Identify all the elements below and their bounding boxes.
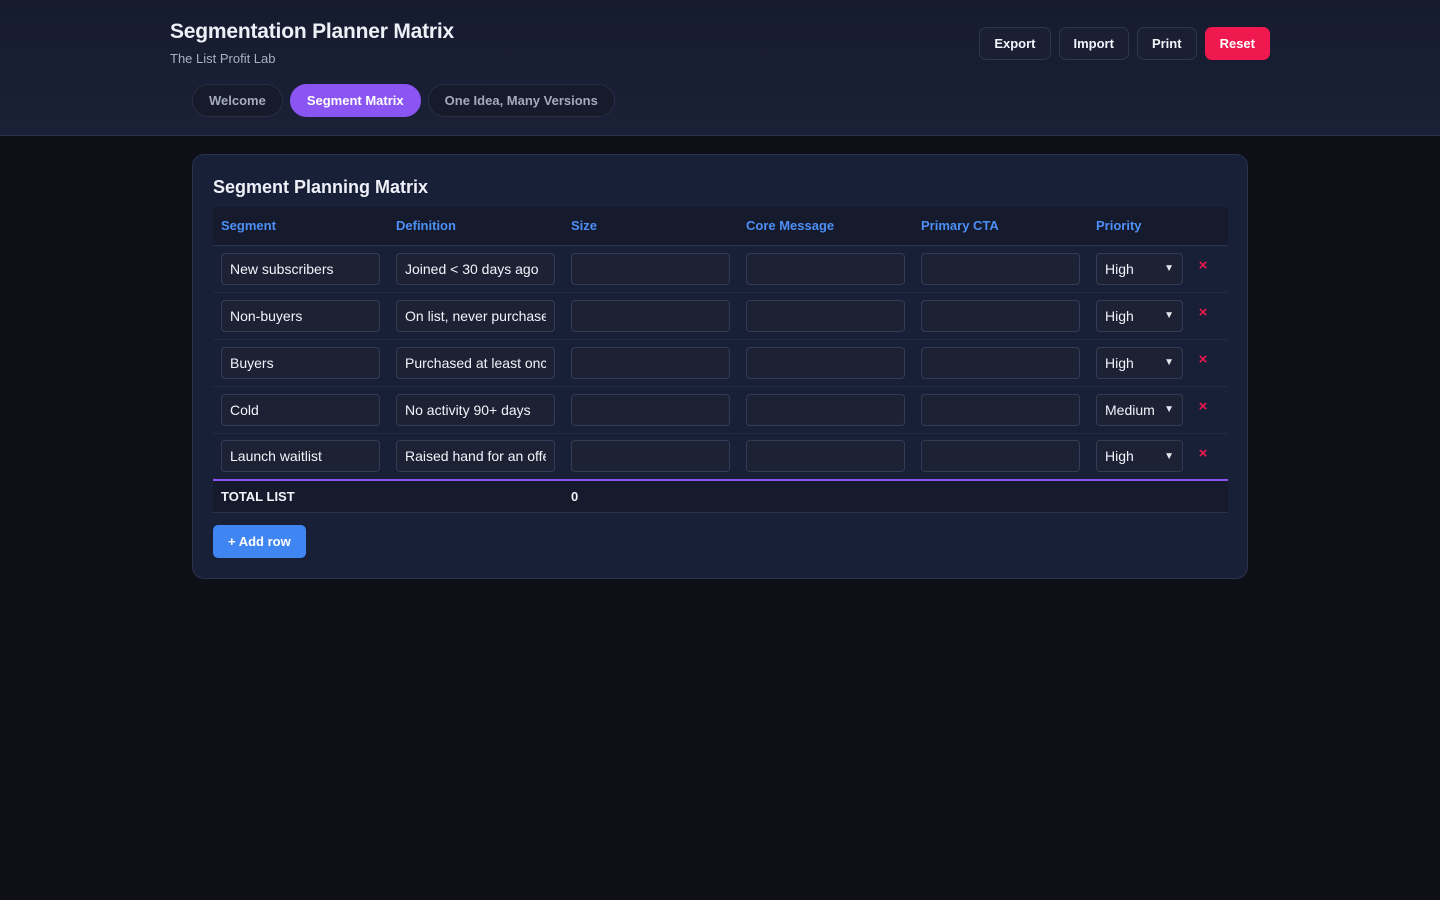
app-header: Segmentation Planner Matrix The List Pro… — [0, 0, 1440, 136]
priority-select[interactable]: High ▼ — [1096, 252, 1183, 285]
definition-input[interactable] — [396, 346, 555, 379]
priority-value: Medium — [1105, 401, 1155, 418]
size-input[interactable] — [571, 440, 730, 473]
segment-input[interactable] — [221, 393, 380, 426]
primary-cta-input[interactable] — [921, 346, 1080, 379]
page-title: Segmentation Planner Matrix — [170, 20, 454, 43]
reset-button[interactable]: Reset — [1204, 27, 1270, 60]
segment-table: Segment Definition Size Core Message Pri… — [213, 207, 1228, 513]
priority-value: High — [1105, 354, 1134, 371]
core-message-input[interactable] — [746, 299, 905, 332]
priority-value: High — [1105, 307, 1134, 324]
delete-row-icon[interactable]: × — [1196, 257, 1210, 274]
column-header-segment: Segment — [213, 207, 388, 246]
primary-cta-input[interactable] — [921, 252, 1080, 285]
table-row: High ▼ × — [213, 433, 1228, 481]
size-input[interactable] — [571, 393, 730, 426]
core-message-input[interactable] — [746, 393, 905, 426]
tab-segment-matrix[interactable]: Segment Matrix — [289, 84, 421, 117]
column-header-priority: Priority — [1088, 207, 1188, 246]
definition-input[interactable] — [396, 299, 555, 332]
segment-input[interactable] — [221, 346, 380, 379]
column-header-size: Size — [563, 207, 738, 246]
delete-row-icon[interactable]: × — [1196, 304, 1210, 321]
chevron-down-icon: ▼ — [1164, 404, 1174, 415]
segment-input[interactable] — [221, 440, 380, 473]
table-row: High ▼ × — [213, 245, 1228, 293]
total-label: TOTAL LIST — [213, 479, 563, 513]
definition-input[interactable] — [396, 252, 555, 285]
core-message-input[interactable] — [746, 440, 905, 473]
add-row-button[interactable]: + Add row — [213, 525, 306, 558]
size-input[interactable] — [571, 252, 730, 285]
priority-value: High — [1105, 448, 1134, 465]
total-row: TOTAL LIST 0 — [213, 479, 1228, 513]
segment-matrix-card: Segment Planning Matrix Segment Definiti… — [192, 154, 1248, 579]
column-header-actions — [1188, 207, 1228, 246]
matrix-title: Segment Planning Matrix — [213, 177, 429, 197]
import-button[interactable]: Import — [1058, 27, 1129, 60]
size-input[interactable] — [571, 346, 730, 379]
primary-cta-input[interactable] — [921, 299, 1080, 332]
priority-select[interactable]: High ▼ — [1096, 346, 1183, 379]
chevron-down-icon: ▼ — [1164, 450, 1174, 462]
segment-input[interactable] — [221, 299, 380, 332]
table-header-row: Segment Definition Size Core Message Pri… — [213, 207, 1228, 246]
delete-row-icon[interactable]: × — [1196, 398, 1210, 415]
primary-cta-input[interactable] — [921, 393, 1080, 426]
table-row: High ▼ × — [213, 292, 1228, 340]
primary-cta-input[interactable] — [921, 440, 1080, 473]
priority-select[interactable]: Medium ▼ — [1096, 393, 1183, 426]
delete-row-icon[interactable]: × — [1196, 351, 1210, 368]
page-subtitle: The List Profit Lab — [170, 51, 276, 66]
definition-input[interactable] — [396, 440, 555, 473]
core-message-input[interactable] — [746, 346, 905, 379]
column-header-definition: Definition — [388, 207, 563, 246]
column-header-primary-cta: Primary CTA — [913, 207, 1088, 246]
tab-bar: Welcome Segment Matrix One Idea, Many Ve… — [192, 84, 615, 117]
total-value: 0 — [563, 479, 1228, 513]
size-input[interactable] — [571, 299, 730, 332]
priority-select[interactable]: High ▼ — [1096, 440, 1183, 473]
chevron-down-icon: ▼ — [1164, 310, 1174, 321]
table-row: Medium ▼ × — [213, 386, 1228, 434]
tab-one-idea-many-versions[interactable]: One Idea, Many Versions — [427, 84, 615, 117]
tab-welcome[interactable]: Welcome — [192, 84, 283, 117]
table-row: High ▼ × — [213, 339, 1228, 387]
core-message-input[interactable] — [746, 252, 905, 285]
priority-select[interactable]: High ▼ — [1096, 299, 1183, 332]
delete-row-icon[interactable]: × — [1196, 445, 1210, 462]
export-button[interactable]: Export — [979, 27, 1051, 60]
chevron-down-icon: ▼ — [1164, 263, 1174, 274]
column-header-core-message: Core Message — [738, 207, 913, 246]
definition-input[interactable] — [396, 393, 555, 426]
priority-value: High — [1105, 260, 1134, 277]
chevron-down-icon: ▼ — [1164, 357, 1174, 368]
print-button[interactable]: Print — [1136, 27, 1197, 60]
segment-input[interactable] — [221, 252, 380, 285]
header-actions: Export Import Print Reset — [979, 27, 1270, 60]
